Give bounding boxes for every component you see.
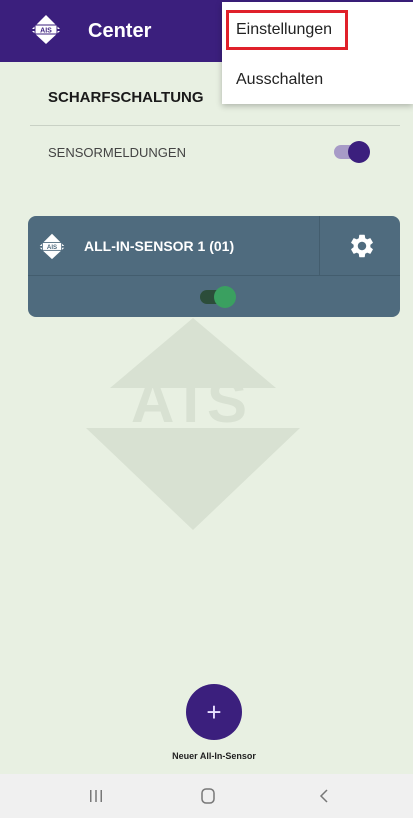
recent-apps-icon[interactable] [76,784,116,808]
gear-icon[interactable] [348,232,376,260]
sensor-title: ALL-IN-SENSOR 1 (01) [84,238,235,254]
scharfschaltung-label: SCHARFSCHALTUNG [48,88,204,106]
overflow-menu: Einstellungen Ausschalten [222,2,413,104]
add-sensor-label: Neuer All-In-Sensor [172,751,256,761]
card-separator [319,216,320,276]
toggle-thumb [348,141,370,163]
home-glyph [201,788,215,804]
watermark-text: AIS [131,368,255,435]
logo-text: AIS [47,244,57,251]
toggle-thumb [214,286,236,308]
plus-icon: + [206,696,222,727]
add-sensor-button[interactable]: + [186,684,242,740]
menu-item-ausschalten[interactable]: Ausschalten [226,60,409,100]
menu-item-einstellungen[interactable]: Einstellungen [226,10,348,50]
back-icon[interactable] [305,784,345,808]
sensor-toggle[interactable] [200,286,236,308]
ais-logo-icon: AIS [39,233,65,260]
sensormeldungen-toggle[interactable] [334,141,370,163]
back-glyph [319,789,328,803]
system-nav-bar [0,774,413,818]
app-title: Center [88,20,152,42]
sensor-card[interactable]: AIS ALL-IN-SENSOR 1 (01) [28,216,400,317]
sensor-card-header: AIS ALL-IN-SENSOR 1 (01) [28,216,400,276]
home-icon[interactable] [188,784,228,808]
sensormeldungen-row[interactable]: SENSORMELDUNGEN [30,137,400,167]
logo-text: AIS [40,28,52,35]
divider [30,125,400,126]
ais-logo-icon: AIS [32,15,60,44]
sensormeldungen-label: SENSORMELDUNGEN [48,144,186,160]
ais-watermark-logo: AIS [86,318,300,530]
recent-apps-glyph [90,790,102,802]
